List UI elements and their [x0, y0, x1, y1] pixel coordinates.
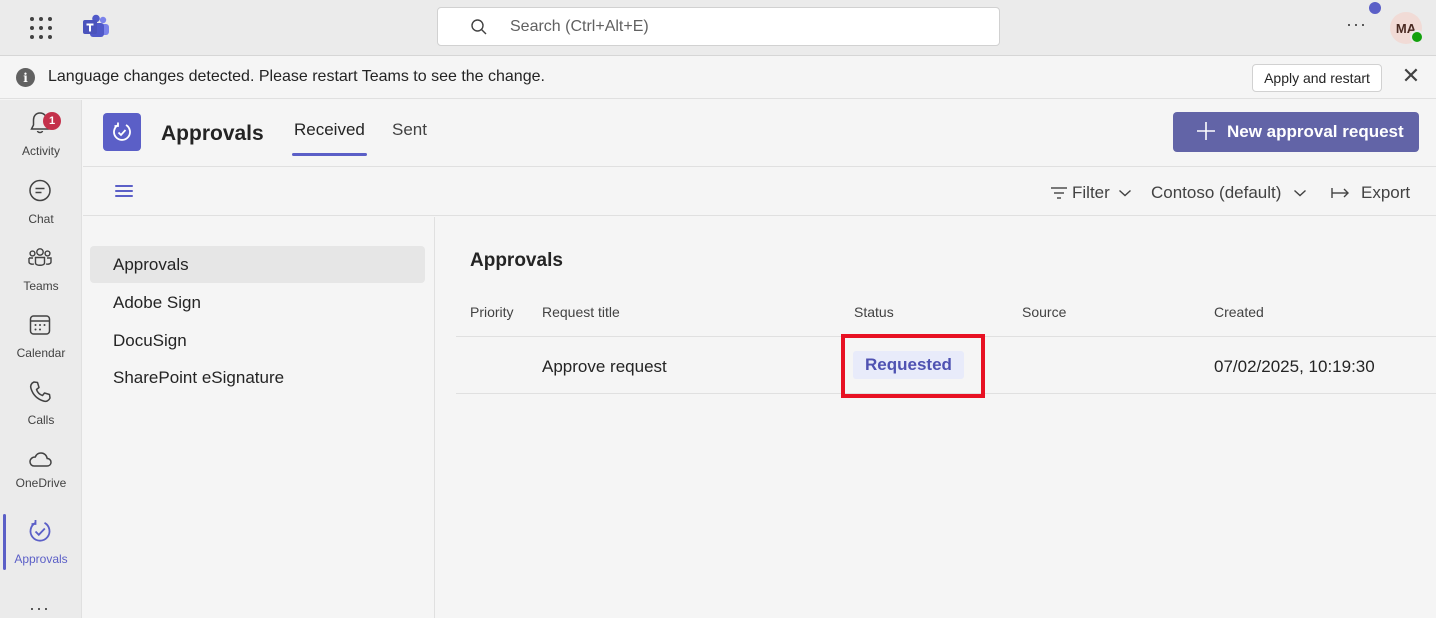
teams-logo-icon	[83, 14, 109, 37]
column-header-request-title[interactable]: Request title	[542, 304, 620, 320]
tab-received[interactable]: Received	[292, 120, 367, 156]
rail-item-activity[interactable]: 1 Activity	[0, 106, 82, 168]
rail-item-label: Approvals	[14, 552, 68, 566]
search-placeholder: Search (Ctrl+Alt+E)	[510, 18, 649, 35]
tenant-label: Contoso (default)	[1151, 183, 1282, 202]
more-apps-icon[interactable]: ···	[29, 598, 50, 618]
app-rail: 1 Activity Chat Teams Calendar Calls One…	[0, 100, 82, 618]
more-options-icon[interactable]: ···	[1346, 14, 1367, 35]
filter-button[interactable]: Filter	[1050, 183, 1132, 203]
nav-item-adobe-sign[interactable]: Adobe Sign	[90, 284, 425, 321]
approvals-icon	[29, 520, 51, 542]
list-title: Approvals	[470, 250, 563, 271]
approvals-app-icon	[103, 113, 141, 151]
nav-item-approvals[interactable]: Approvals	[90, 246, 425, 283]
info-icon: i	[16, 68, 35, 87]
search-input[interactable]: Search (Ctrl+Alt+E)	[437, 7, 1000, 46]
notification-dot	[1369, 2, 1381, 14]
tenant-dropdown[interactable]: Contoso (default)	[1151, 183, 1307, 203]
app-header: Approvals Received Sent New approval req…	[83, 100, 1436, 167]
column-header-source[interactable]: Source	[1022, 304, 1066, 320]
app-launcher-icon[interactable]	[28, 15, 54, 41]
rail-item-teams[interactable]: Teams	[0, 241, 82, 303]
column-header-status[interactable]: Status	[854, 304, 894, 320]
rail-item-label: Calls	[27, 413, 55, 427]
presence-available-icon	[1410, 30, 1424, 44]
chevron-down-icon	[1118, 189, 1131, 197]
page-title: Approvals	[161, 122, 264, 145]
export-label: Export	[1361, 183, 1411, 202]
status-badge: Requested	[853, 351, 964, 379]
export-button[interactable]: Export	[1331, 183, 1410, 203]
rail-item-calendar[interactable]: Calendar	[0, 308, 82, 370]
approvals-list: Approvals Priority Request title Status …	[436, 217, 1436, 618]
activity-badge: 1	[43, 112, 61, 130]
toolbar: Filter Contoso (default) Export	[83, 168, 1436, 216]
request-title-cell: Approve request	[542, 357, 667, 376]
cloud-icon	[29, 452, 52, 467]
rail-item-label: OneDrive	[15, 476, 67, 490]
nav-item-sharepoint-esignature[interactable]: SharePoint eSignature	[90, 359, 425, 396]
nav-item-docusign[interactable]: DocuSign	[90, 322, 425, 359]
title-bar: Search (Ctrl+Alt+E) ··· MA	[0, 0, 1436, 56]
rail-item-onedrive[interactable]: OneDrive	[0, 442, 82, 504]
apply-and-restart-button[interactable]: Apply and restart	[1252, 64, 1382, 92]
chevron-down-icon	[1294, 189, 1307, 197]
created-cell: 07/02/2025, 10:19:30	[1214, 357, 1375, 376]
search-icon	[471, 19, 487, 35]
notification-banner: i Language changes detected. Please rest…	[0, 57, 1436, 99]
rail-item-label: Chat	[28, 212, 54, 226]
rail-item-approvals[interactable]: Approvals	[0, 514, 82, 576]
filter-label: Filter	[1072, 183, 1110, 202]
new-approval-request-button[interactable]: New approval request	[1173, 112, 1419, 152]
teams-icon	[28, 248, 52, 266]
chat-icon	[29, 179, 51, 202]
rail-item-label: Activity	[21, 144, 60, 158]
column-header-created[interactable]: Created	[1214, 304, 1264, 320]
rail-item-label: Teams	[23, 279, 59, 293]
tab-sent[interactable]: Sent	[392, 120, 427, 140]
new-approval-label: New approval request	[1227, 122, 1404, 141]
rail-item-chat[interactable]: Chat	[0, 174, 82, 236]
hamburger-menu-icon[interactable]	[115, 185, 133, 199]
column-header-priority[interactable]: Priority	[470, 304, 514, 320]
phone-icon	[29, 381, 51, 403]
rail-item-label: Calendar	[16, 346, 66, 360]
table-row[interactable]: Approve request Requested 07/02/2025, 10…	[456, 337, 1436, 394]
close-icon[interactable]: ✕	[1401, 65, 1421, 87]
approvals-nav-panel: Approvals Adobe Sign DocuSign SharePoint…	[83, 217, 435, 618]
banner-message: Language changes detected. Please restar…	[48, 68, 545, 85]
filter-icon	[1051, 187, 1067, 199]
rail-item-calls[interactable]: Calls	[0, 375, 82, 437]
plus-icon	[1197, 122, 1215, 140]
calendar-icon	[29, 315, 51, 335]
export-icon	[1331, 188, 1349, 198]
